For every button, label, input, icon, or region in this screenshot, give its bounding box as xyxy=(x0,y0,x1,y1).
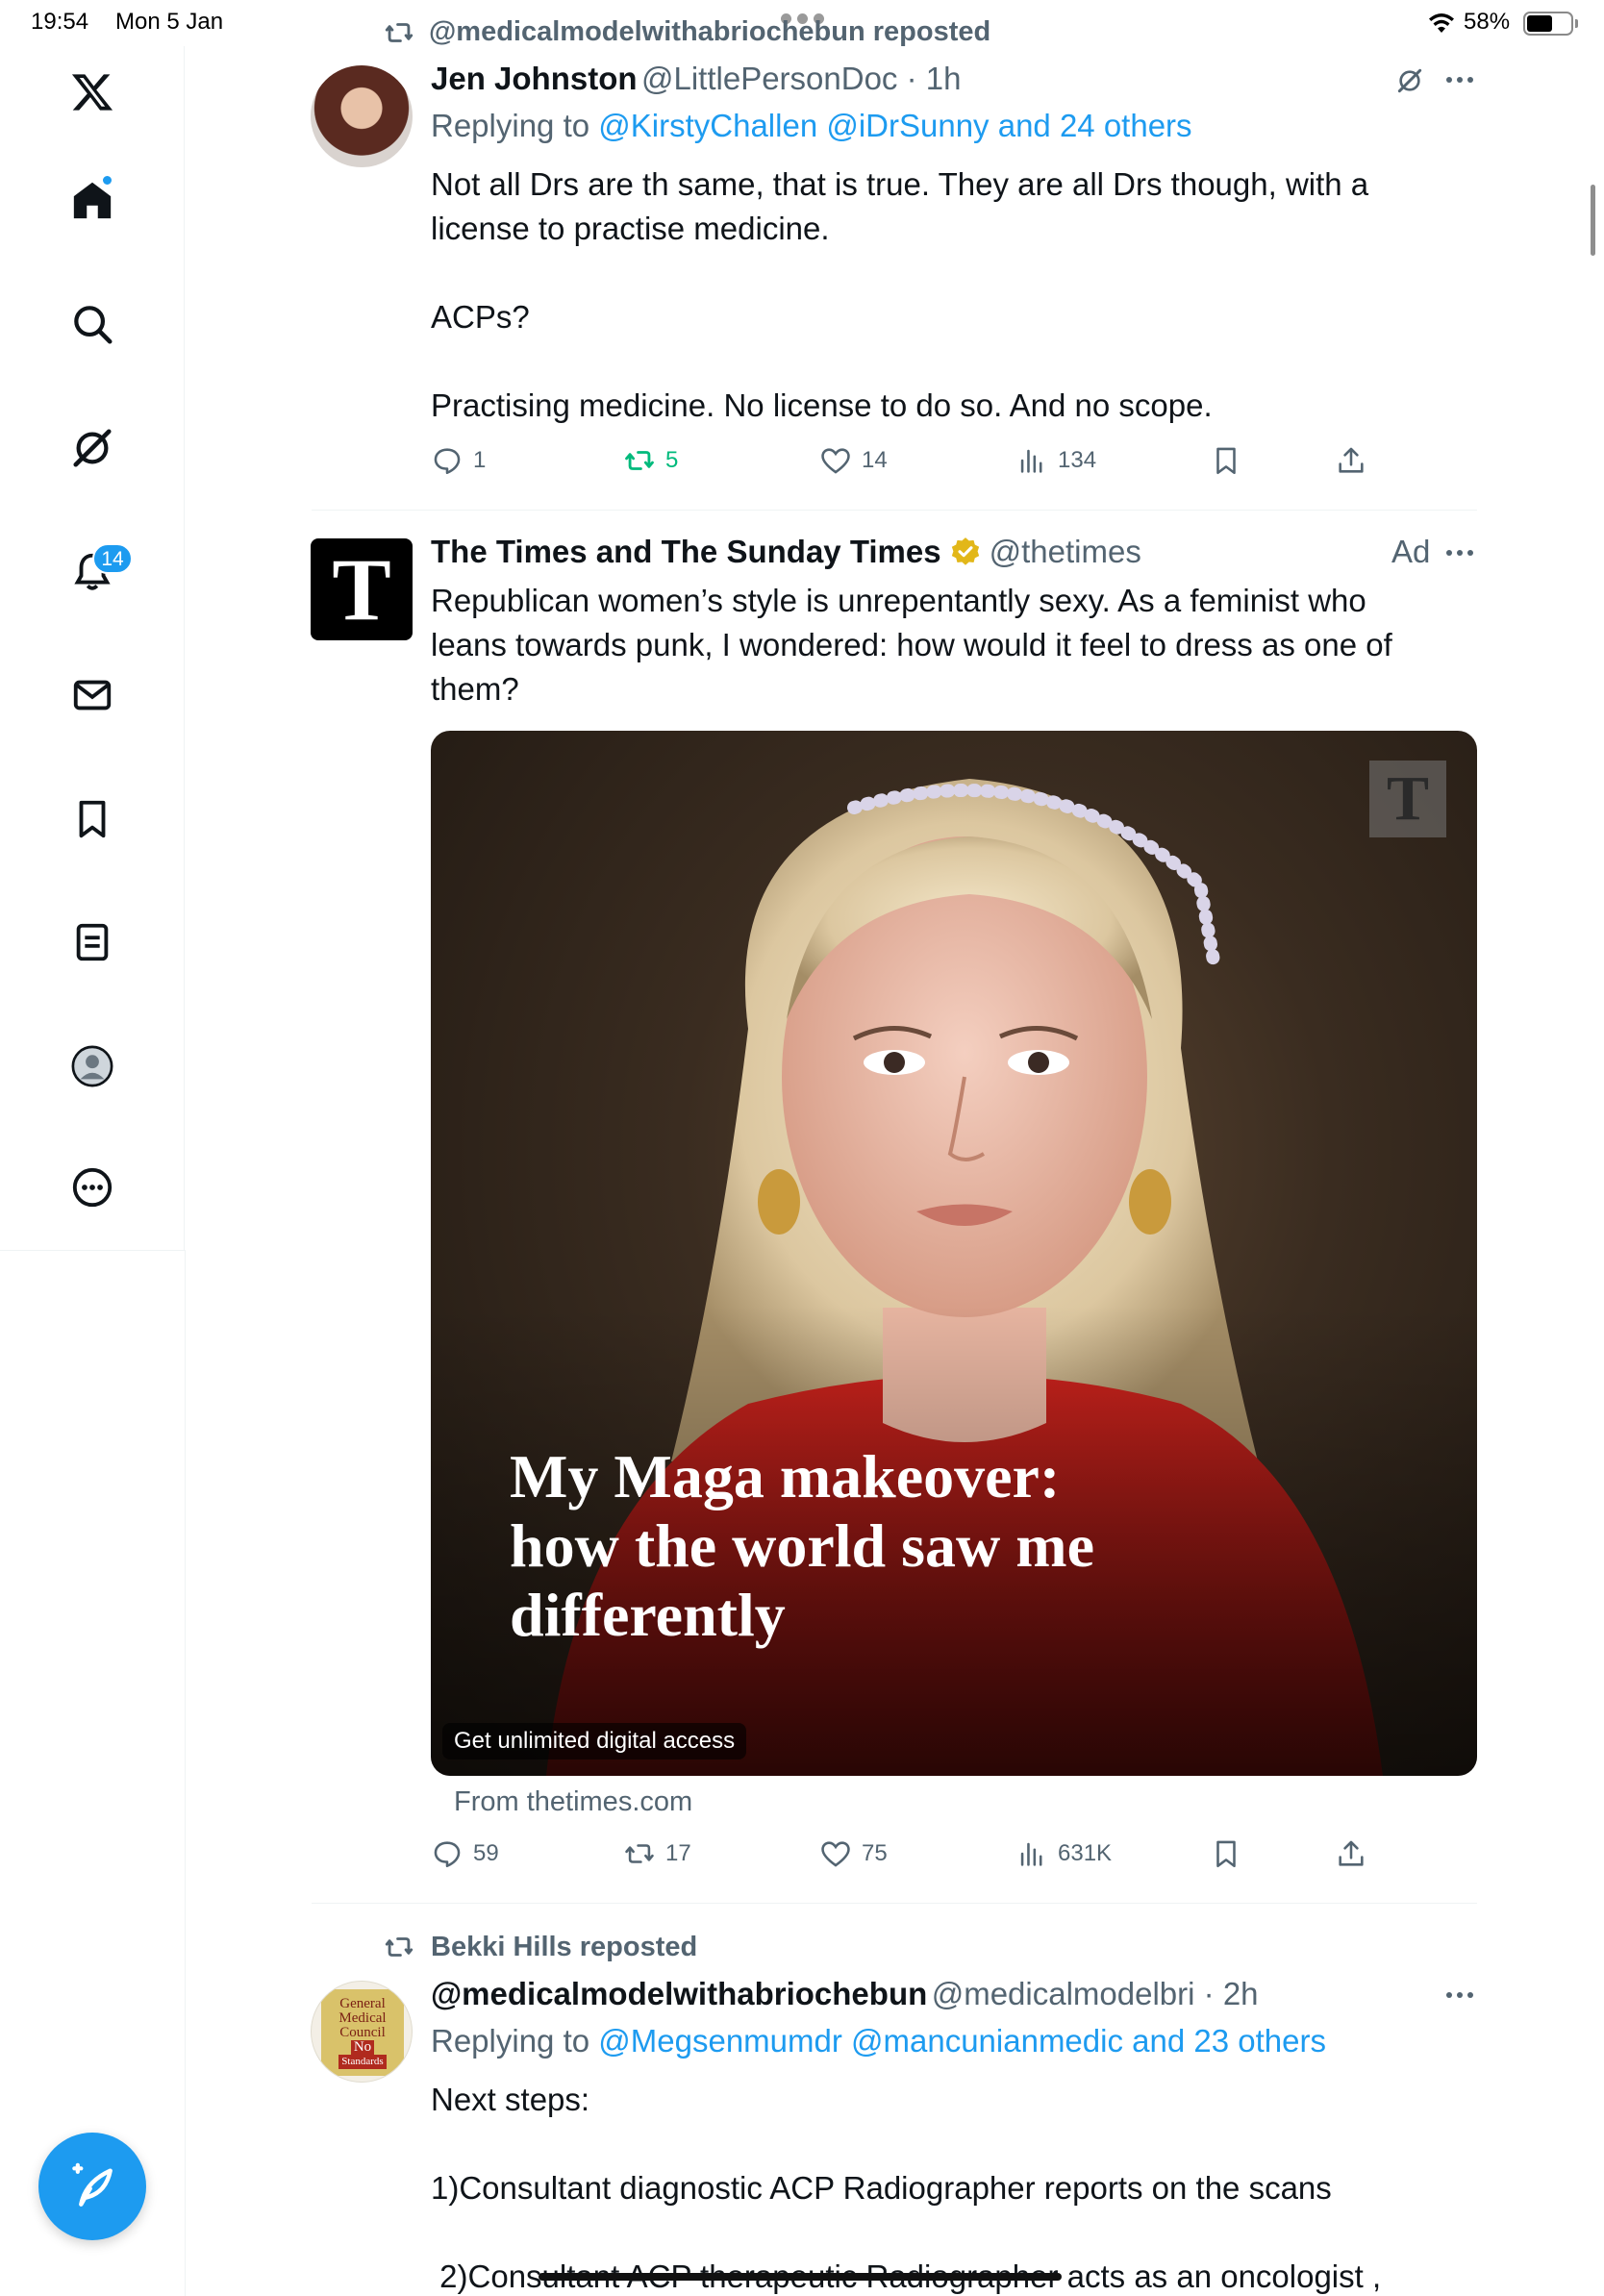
replying-to: Replying to @KirstyChallen @iDrSunny and… xyxy=(431,108,1192,143)
repost-button[interactable]: 5 xyxy=(623,444,678,477)
tweet-text: Not all Drs are th same, that is true. T… xyxy=(431,166,1369,423)
bookmark-icon[interactable] xyxy=(61,787,124,851)
x-logo-icon[interactable] xyxy=(61,61,124,124)
author-handle[interactable]: @medicalmodelbri xyxy=(932,1976,1195,2011)
views-button[interactable]: 631K xyxy=(1015,1837,1112,1870)
share-button[interactable] xyxy=(1335,1837,1367,1870)
replying-to: Replying to @Megsenmumdr @mancunianmedic… xyxy=(431,2023,1326,2059)
repost-small-icon xyxy=(385,1937,414,1957)
author-name[interactable]: The Times and The Sunday Times xyxy=(431,534,941,570)
card-headline: My Maga makeover: how the world saw me d… xyxy=(510,1442,1094,1649)
repost-label[interactable]: Bekki Hills reposted xyxy=(431,1932,697,1963)
tweet-actions: 59 17 75 631K xyxy=(431,1837,1369,1876)
author-handle[interactable]: @LittlePersonDoc xyxy=(641,61,897,96)
search-icon[interactable] xyxy=(61,292,124,356)
views-icon xyxy=(1020,449,1042,473)
tweet-actions: 1 5 14 134 xyxy=(431,444,1369,483)
reply-button[interactable]: 59 xyxy=(431,1837,499,1870)
author-handle[interactable]: @thetimes xyxy=(990,534,1141,570)
card-times-logo: T xyxy=(1369,761,1446,837)
repost-small-icon xyxy=(385,23,414,42)
tweet-time[interactable]: 1h xyxy=(926,61,962,96)
card-source[interactable]: From thetimes.com xyxy=(454,1786,692,1818)
heart-icon xyxy=(821,448,850,474)
battery-percent: 58% xyxy=(1464,9,1511,35)
card-cta[interactable]: Get unlimited digital access xyxy=(442,1723,747,1759)
tweet-time[interactable]: 2h xyxy=(1223,1976,1259,2011)
tweet-header: @medicalmodelwithabriochebun @medicalmod… xyxy=(431,1976,1259,2011)
replying-to-link[interactable]: @KirstyChallen @iDrSunny and 24 others xyxy=(598,108,1191,143)
author-name[interactable]: Jen Johnston xyxy=(431,61,638,96)
gmc-badge: General Medical Council No Standards xyxy=(321,1989,404,2076)
like-button[interactable]: 75 xyxy=(819,1837,888,1870)
home-unread-dot xyxy=(101,174,113,187)
tweet-text: Republican women’s style is unrepentantl… xyxy=(431,583,1392,707)
tweet-text-line: Next steps: xyxy=(431,2082,590,2117)
views-button[interactable]: 134 xyxy=(1015,444,1096,477)
wifi-icon xyxy=(1429,13,1454,33)
replying-to-link[interactable]: @Megsenmumdr @mancunianmedic and 23 othe… xyxy=(598,2023,1326,2059)
tweet-header: Jen Johnston @LittlePersonDoc · 1h xyxy=(431,61,962,96)
reply-button[interactable]: 1 xyxy=(431,444,486,477)
share-button[interactable] xyxy=(1335,444,1367,477)
home-icon[interactable] xyxy=(61,168,124,232)
repost-button[interactable]: 17 xyxy=(623,1837,691,1870)
compose-feather-icon xyxy=(72,2162,113,2207)
bookmark-icon xyxy=(1216,1840,1236,1868)
grok-icon[interactable] xyxy=(1394,65,1425,96)
profile-icon[interactable] xyxy=(61,1035,124,1098)
more-circle-icon[interactable] xyxy=(61,1156,124,1219)
home-indicator[interactable] xyxy=(539,2273,1062,2281)
views-icon xyxy=(1020,1842,1042,1866)
grok-icon[interactable] xyxy=(61,416,124,480)
scrollbar[interactable] xyxy=(1591,185,1595,256)
reply-icon xyxy=(434,448,461,475)
tweet-header: The Times and The Sunday Times @thetimes xyxy=(431,534,1141,570)
ad-label: Ad xyxy=(1391,534,1431,569)
verified-gold-icon xyxy=(951,537,979,565)
share-icon xyxy=(1339,1840,1364,1866)
repost-icon xyxy=(625,1844,654,1863)
repost-icon xyxy=(625,451,654,470)
ad-card-image[interactable]: T My Maga makeover: how the world saw me… xyxy=(431,731,1477,1776)
avatar[interactable]: General Medical Council No Standards xyxy=(311,1981,413,2083)
status-time: 19:54 xyxy=(31,9,89,35)
avatar[interactable] xyxy=(311,65,413,167)
mail-icon[interactable] xyxy=(61,663,124,727)
heart-icon xyxy=(821,1841,850,1867)
more-options-icon[interactable] xyxy=(1446,77,1473,83)
like-button[interactable]: 14 xyxy=(819,444,888,477)
reply-icon xyxy=(434,1841,461,1868)
battery-icon xyxy=(1523,12,1573,36)
bookmark-icon xyxy=(1216,447,1236,475)
bookmark-button[interactable] xyxy=(1210,444,1242,477)
tweet-text-line: 1)Consultant diagnostic ACP Radiographer… xyxy=(431,2170,1332,2206)
lists-icon[interactable] xyxy=(61,911,124,974)
more-options-icon[interactable] xyxy=(1446,550,1473,556)
share-icon xyxy=(1339,447,1364,473)
avatar[interactable]: T xyxy=(311,538,413,640)
compose-button[interactable] xyxy=(38,2133,146,2240)
bookmark-button[interactable] xyxy=(1210,1837,1242,1870)
more-options-icon[interactable] xyxy=(1446,1992,1473,1998)
status-date: Mon 5 Jan xyxy=(115,9,224,35)
repost-label[interactable]: @medicalmodelwithabriochebun reposted xyxy=(429,16,990,48)
times-logo: T xyxy=(332,540,391,638)
author-name[interactable]: @medicalmodelwithabriochebun xyxy=(431,1976,927,2011)
notifications-badge: 14 xyxy=(92,543,133,574)
